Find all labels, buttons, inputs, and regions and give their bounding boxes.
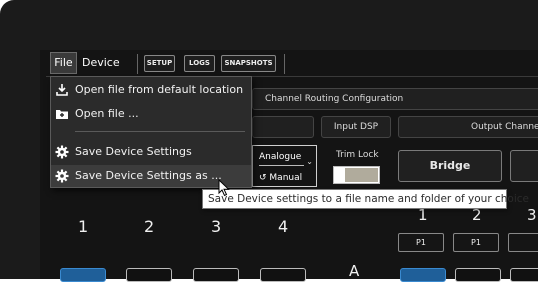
preset-button[interactable] bbox=[508, 233, 538, 252]
mouse-cursor-icon bbox=[218, 179, 230, 197]
routing-title: Channel Routing Configuration bbox=[265, 94, 404, 104]
menu-item-open-default[interactable]: Open file from default location bbox=[51, 79, 251, 101]
menu-separator bbox=[75, 131, 245, 132]
input-dsp-label: Input DSP bbox=[333, 122, 379, 132]
trim-mode-value[interactable]: ↺ Manual bbox=[259, 173, 302, 183]
input-routing-header bbox=[252, 116, 314, 138]
menu-item-label: Open file ... bbox=[75, 107, 139, 120]
input-channel-number: 3 bbox=[211, 217, 222, 236]
menu-item-label: Save Device Settings as ... bbox=[75, 169, 222, 182]
channel-button[interactable] bbox=[510, 268, 538, 282]
input-channel-number: 1 bbox=[78, 217, 89, 236]
toggle-knob bbox=[345, 168, 378, 182]
output-letter: A bbox=[349, 262, 360, 280]
chevron-down-icon: ⌄ bbox=[306, 157, 313, 166]
folder-icon bbox=[56, 110, 68, 119]
refresh-icon: ↺ bbox=[259, 173, 267, 183]
channel-button[interactable] bbox=[260, 268, 306, 282]
bridge-button[interactable]: Bridge bbox=[398, 150, 502, 182]
input-mode-select[interactable]: Analogue ⌄ ↺ Manual bbox=[252, 145, 317, 187]
bridge-button-2[interactable] bbox=[510, 150, 538, 182]
trim-lock-toggle[interactable] bbox=[333, 166, 380, 184]
output-channel-number: 3 bbox=[527, 206, 537, 224]
menu-item-open-file[interactable]: Open file ... bbox=[51, 103, 251, 125]
preset-button[interactable]: P1 bbox=[453, 233, 499, 252]
channel-button[interactable] bbox=[455, 268, 501, 282]
input-channel-number: 2 bbox=[144, 217, 155, 236]
menu-separator bbox=[137, 54, 138, 74]
download-icon bbox=[56, 84, 68, 96]
tab-logs[interactable]: LOGS bbox=[184, 55, 215, 72]
menu-item-label: Open file from default location bbox=[75, 83, 244, 96]
channel-button[interactable] bbox=[126, 268, 172, 282]
channel-routing-header: Channel Routing Configuration bbox=[252, 88, 538, 110]
output-channel-header: Output Channel bbox=[398, 116, 538, 138]
input-dsp-header: Input DSP bbox=[321, 116, 391, 138]
select-underline bbox=[259, 165, 304, 166]
channel-button[interactable] bbox=[400, 268, 446, 282]
device-menu[interactable]: Device bbox=[82, 52, 120, 74]
menu-item-save-settings[interactable]: Save Device Settings bbox=[51, 141, 251, 163]
tooltip: Save Device settings to a file name and … bbox=[202, 189, 529, 209]
file-menu[interactable]: File bbox=[50, 52, 77, 74]
menu-item-label: Save Device Settings bbox=[75, 145, 192, 158]
gear-icon bbox=[55, 169, 69, 183]
channel-button[interactable] bbox=[193, 268, 239, 282]
output-channel-label: Output Channel bbox=[471, 122, 538, 132]
tab-setup[interactable]: SETUP bbox=[144, 55, 175, 72]
tab-snapshots[interactable]: SNAPSHOTS bbox=[221, 55, 276, 72]
preset-button[interactable]: P1 bbox=[398, 233, 444, 252]
menu-separator bbox=[284, 54, 285, 74]
input-mode-value: Analogue bbox=[259, 152, 302, 162]
channel-button[interactable] bbox=[60, 268, 106, 282]
gear-icon bbox=[55, 145, 69, 159]
input-channel-number: 4 bbox=[278, 217, 289, 236]
trim-lock-label: Trim Lock bbox=[336, 150, 379, 160]
file-dropdown-menu: Open file from default location Open fil… bbox=[50, 76, 252, 188]
trim-mode-label: Manual bbox=[269, 173, 303, 183]
